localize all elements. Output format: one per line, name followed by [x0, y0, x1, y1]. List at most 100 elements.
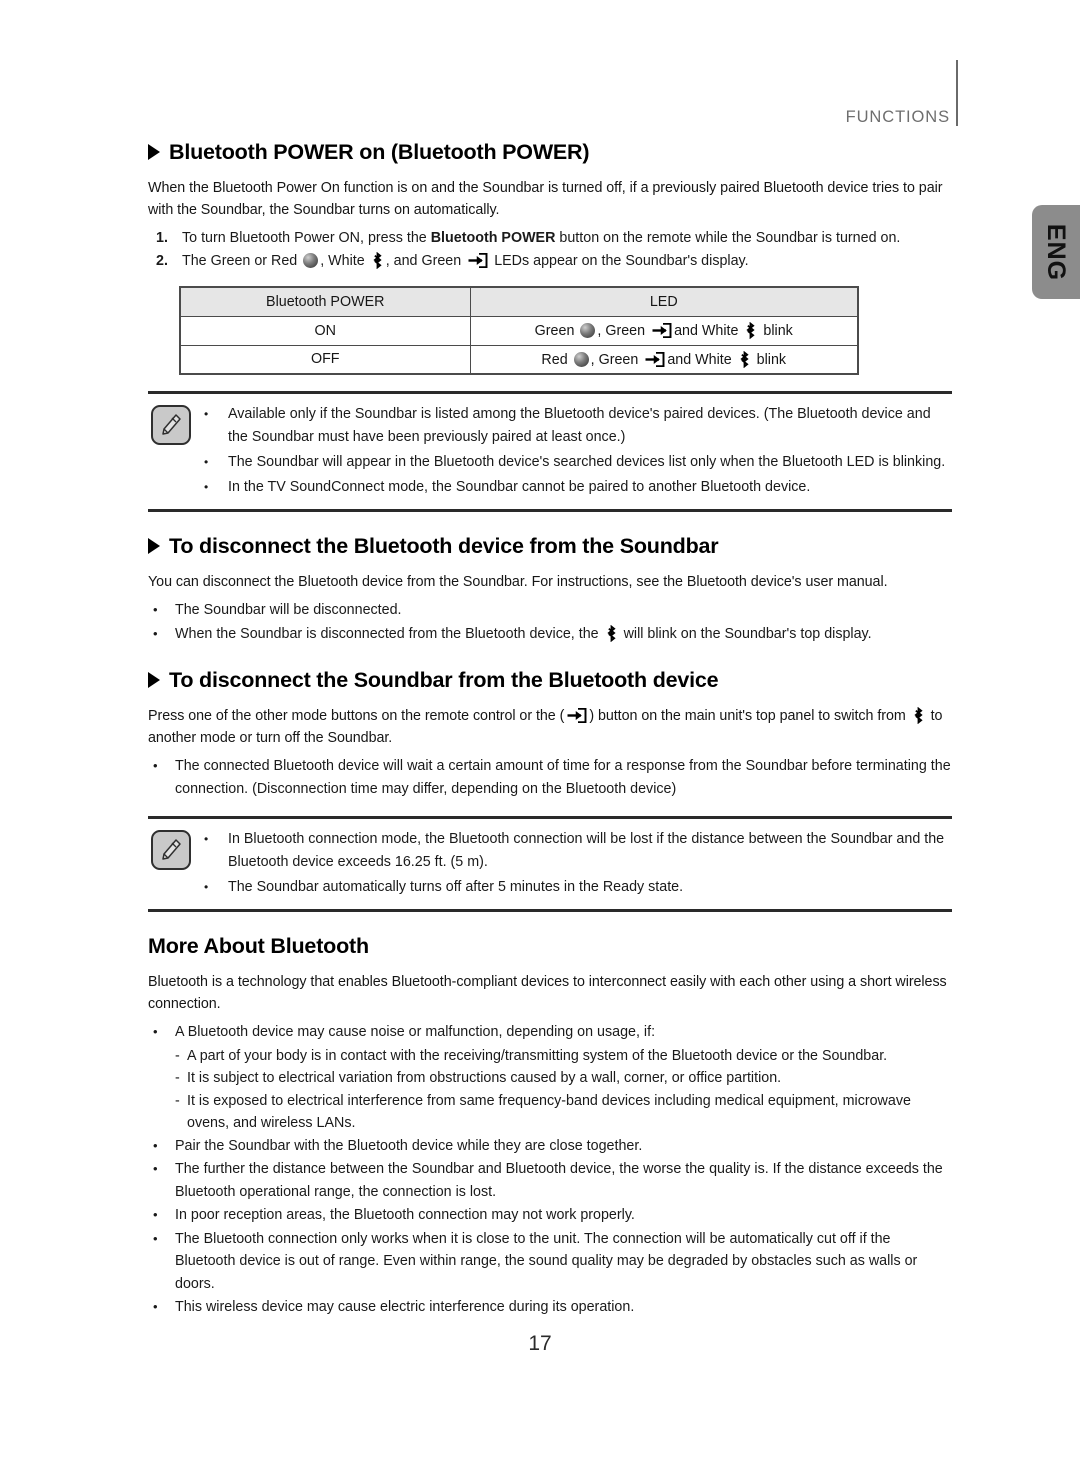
sub-bullet-item: - A part of your body is in contact with…	[148, 1045, 952, 1068]
bullet-text: The further the distance between the Sou…	[175, 1161, 943, 1200]
bullet-item: • This wireless device may cause electric…	[148, 1296, 952, 1319]
intro-part2: ) button on the main unit's top panel to…	[589, 708, 906, 724]
note-text: In Bluetooth connection mode, the Blueto…	[228, 831, 945, 870]
led-status-table: Bluetooth POWER LED ON Green , Green and…	[179, 286, 859, 375]
manual-page: FUNCTIONS ENG Bluetooth POWER on (Blueto…	[0, 0, 1080, 1476]
page-number: 17	[528, 1332, 552, 1355]
note-text: The Soundbar automatically turns off aft…	[228, 879, 684, 895]
disconnect-soundbar-intro: Press one of the other mode buttons on t…	[148, 705, 952, 749]
table-head: Bluetooth POWER LED	[179, 286, 859, 317]
note-box-1: • Available only if the Soundbar is liste…	[148, 391, 952, 512]
heading-text: To disconnect the Bluetooth device from …	[169, 534, 719, 558]
bluetooth-icon	[914, 707, 923, 724]
step-item: 2. The Green or Red , White , and Green …	[148, 250, 952, 272]
heading-more-about-bluetooth: More About Bluetooth	[148, 934, 369, 958]
disconnect-soundbar-bullets: • The connected Bluetooth device will wa…	[148, 755, 952, 800]
bullet-icon: •	[153, 1299, 158, 1314]
note-text: Available only if the Soundbar is listed…	[228, 406, 931, 445]
disconnect-device-intro: You can disconnect the Bluetooth device …	[148, 574, 888, 590]
page-header: FUNCTIONS	[846, 108, 950, 127]
language-tab-label: ENG	[1042, 223, 1071, 281]
step-text-part3: , and Green	[385, 253, 462, 269]
more-about-bullets: • A Bluetooth device may cause noise or …	[148, 1021, 952, 1044]
pencil-glyph	[162, 839, 181, 860]
sub-bullet-item: - It is subject to electrical variation …	[148, 1067, 952, 1090]
bullet-text: The Bluetooth connection only works when…	[175, 1230, 918, 1292]
dash-icon: -	[175, 1047, 180, 1064]
source-input-icon	[652, 323, 672, 338]
bullet-text: A Bluetooth device may cause noise or ma…	[175, 1024, 656, 1040]
note-pencil-icon	[151, 405, 191, 445]
note-icon-wrap	[148, 828, 204, 901]
pencil-glyph	[162, 414, 181, 435]
heading-text: Bluetooth POWER on (Bluetooth POWER)	[169, 140, 590, 164]
language-tab: ENG	[1032, 205, 1080, 299]
bullet-icon: •	[153, 625, 158, 641]
note-item: • The Soundbar automatically turns off af…	[204, 876, 948, 899]
step-text-part4: LEDs appear on the Soundbar's display.	[494, 253, 749, 269]
table-row: ON Green , Green and White blink	[179, 315, 859, 346]
bullet-text: This wireless device may cause electric …	[175, 1299, 635, 1315]
cell-power-state: ON	[179, 315, 471, 346]
note-icon-wrap	[148, 403, 204, 501]
bullet-icon: •	[204, 455, 209, 469]
note-items: • Available only if the Soundbar is liste…	[204, 403, 948, 499]
step-text-part1: The Green or Red	[182, 253, 298, 269]
table-row: OFF Red , Green and White blink	[179, 344, 859, 375]
led-label-4: blink	[756, 351, 787, 368]
dash-icon: -	[175, 1070, 180, 1086]
bt-power-intro: When the Bluetooth Power On function is …	[148, 180, 943, 218]
bt-power-steps: 1. To turn Bluetooth Power ON, press the…	[148, 227, 952, 272]
bullet-icon: •	[153, 1207, 158, 1222]
step-text: To turn Bluetooth Power ON, press the Bl…	[182, 227, 952, 249]
source-input-icon	[468, 253, 488, 268]
bullet-item: • The further the distance between the So…	[148, 1158, 952, 1203]
bullet-icon: •	[153, 1230, 158, 1246]
bullet-item: • The Soundbar will be disconnected.	[148, 599, 952, 622]
bullet-icon: •	[153, 602, 158, 617]
bullet-text: In poor reception areas, the Bluetooth c…	[175, 1207, 635, 1223]
step-text-after: button on the remote while the Soundbar …	[555, 230, 901, 246]
heading-bluetooth-power-on: Bluetooth POWER on (Bluetooth POWER)	[148, 140, 952, 165]
step-text-part2: , White	[320, 253, 365, 269]
bullet-icon: •	[204, 407, 209, 421]
bullet-text-after: will blink on the Soundbar's top display…	[623, 625, 872, 642]
bullet-icon: •	[204, 480, 209, 494]
bluetooth-icon	[740, 350, 749, 368]
table-body: ON Green , Green and White blink OFF Red…	[179, 315, 859, 375]
note-item: • The Soundbar will appear in the Bluetoo…	[204, 451, 948, 474]
bullet-text: When the Soundbar is disconnected from t…	[175, 623, 952, 646]
step-number: 2.	[156, 253, 168, 269]
table-header-led: LED	[469, 286, 859, 317]
sub-bullet-text: A part of your body is in contact with t…	[187, 1047, 888, 1064]
bullet-item: • When the Soundbar is disconnected from…	[148, 623, 952, 646]
note-text: In the TV SoundConnect mode, the Soundba…	[228, 479, 811, 495]
cell-led-state: Green , Green and White blink	[469, 315, 859, 346]
note-pencil-icon	[151, 830, 191, 870]
triangle-bullet-icon	[148, 144, 160, 160]
note-content: • In Bluetooth connection mode, the Bluet…	[148, 819, 952, 909]
source-input-icon	[645, 351, 665, 367]
bluetooth-icon	[373, 252, 382, 269]
note-items: • In Bluetooth connection mode, the Bluet…	[204, 828, 948, 899]
table-header-power: Bluetooth POWER	[179, 286, 471, 317]
bluetooth-icon	[746, 322, 756, 339]
page-content: Bluetooth POWER on (Bluetooth POWER) Whe…	[148, 140, 952, 1320]
bullet-icon: •	[153, 758, 158, 773]
more-about-bullets-rest: • Pair the Soundbar with the Bluetooth de…	[148, 1135, 952, 1319]
note-text: The Soundbar will appear in the Bluetoot…	[228, 454, 946, 470]
note-item: • Available only if the Soundbar is liste…	[204, 403, 948, 449]
bullet-text: Pair the Soundbar with the Bluetooth dev…	[175, 1137, 643, 1154]
led-indicator-icon	[303, 253, 319, 268]
table-header-row: Bluetooth POWER LED	[179, 286, 859, 317]
step-item: 1. To turn Bluetooth Power ON, press the…	[148, 227, 952, 249]
cell-power-state: OFF	[179, 344, 471, 375]
bullet-icon: •	[204, 832, 209, 846]
note-content: • Available only if the Soundbar is liste…	[148, 394, 952, 509]
sub-bullet-text: It is exposed to electrical interference…	[187, 1092, 911, 1132]
bullet-text: The Soundbar will be disconnected.	[175, 602, 402, 618]
sub-bullet-text: It is subject to electrical variation fr…	[187, 1070, 782, 1086]
note-item: • In the TV SoundConnect mode, the Soundb…	[204, 476, 948, 499]
